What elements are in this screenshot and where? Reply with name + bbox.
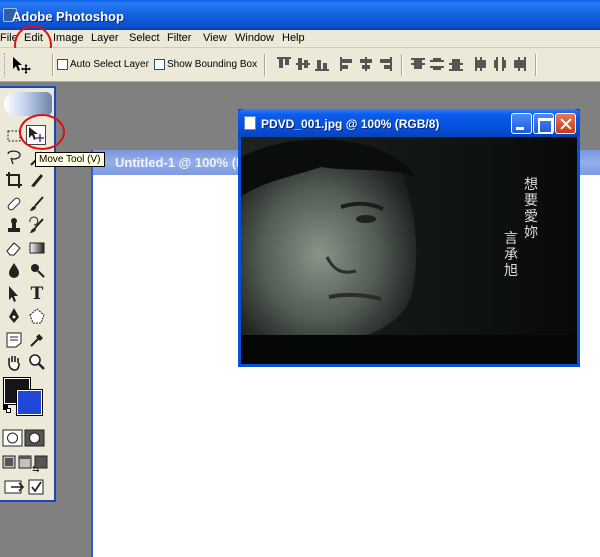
document-window-pdvd[interactable]: PDVD_001.jpg @ 100% (RGB/8) 想要愛妳 言承旭 [238, 109, 580, 367]
eraser-tool-icon[interactable] [4, 238, 24, 258]
clone-stamp-tool-icon[interactable] [4, 216, 24, 236]
custom-shape-tool-icon[interactable] [27, 306, 47, 326]
pen-tool-icon[interactable] [4, 306, 24, 326]
path-selection-tool-icon[interactable] [4, 284, 24, 304]
dodge-tool-icon[interactable] [27, 260, 47, 280]
distribute-top-edges-icon[interactable] [411, 57, 425, 71]
app-title: Adobe Photoshop [12, 9, 124, 24]
standard-screen-mode-icon[interactable] [2, 455, 16, 469]
show-bounding-box-checkbox[interactable] [154, 59, 165, 70]
align-left-edges-icon[interactable] [340, 57, 354, 71]
auto-select-layer-label: Auto Select Layer [70, 59, 149, 70]
menu-image[interactable]: Image [53, 32, 84, 44]
menu-help[interactable]: Help [282, 32, 305, 44]
app-titlebar: Adobe Photoshop [0, 0, 600, 30]
menu-select[interactable]: Select [129, 32, 160, 44]
document-icon [244, 116, 256, 130]
caption-song-title: 想要愛妳 [524, 177, 538, 241]
distribute-bottom-edges-icon[interactable] [449, 57, 463, 71]
align-horizontal-centers-icon[interactable] [359, 57, 373, 71]
minimize-button[interactable] [511, 113, 532, 134]
distribute-horizontal-centers-icon[interactable] [493, 57, 507, 71]
default-colors-icon[interactable] [3, 405, 11, 413]
menu-window[interactable]: Window [235, 32, 274, 44]
options-grip[interactable] [4, 53, 7, 77]
eyedropper-tool-icon[interactable] [27, 330, 47, 350]
caption-artist: 言承旭 [504, 231, 518, 279]
healing-brush-tool-icon[interactable] [4, 194, 24, 214]
distribute-right-edges-icon[interactable] [512, 57, 526, 71]
options-separator [535, 54, 537, 76]
blur-tool-icon[interactable] [4, 260, 24, 280]
show-bounding-box-label: Show Bounding Box [167, 59, 258, 70]
distribute-left-edges-icon[interactable] [474, 57, 488, 71]
zoom-tool-icon[interactable] [27, 352, 47, 372]
background-color-swatch[interactable] [16, 389, 43, 416]
brush-tool-icon[interactable] [27, 194, 47, 214]
menu-view[interactable]: View [203, 32, 227, 44]
auto-select-layer-checkbox[interactable] [57, 59, 68, 70]
align-vertical-centers-icon[interactable] [296, 57, 310, 71]
align-top-edges-icon[interactable] [277, 57, 291, 71]
annotation-circle-move-tool [19, 114, 65, 150]
close-button[interactable] [555, 113, 576, 134]
menu-layer[interactable]: Layer [91, 32, 119, 44]
align-bottom-edges-icon[interactable] [315, 57, 329, 71]
pdvd-titlebar[interactable]: PDVD_001.jpg @ 100% (RGB/8) [238, 109, 580, 137]
type-tool-icon[interactable]: T [27, 284, 47, 304]
full-screen-mode-icon[interactable] [34, 455, 48, 469]
full-screen-menu-mode-icon[interactable] [18, 455, 32, 469]
options-separator [52, 54, 54, 76]
distribute-vertical-centers-icon[interactable] [430, 57, 444, 71]
menu-filter[interactable]: Filter [167, 32, 191, 44]
menu-bar: File Edit Image Layer Select Filter View… [0, 30, 600, 48]
options-separator [264, 54, 266, 76]
slice-tool-icon[interactable] [27, 170, 47, 190]
untitled-title: Untitled-1 @ 100% (R [115, 155, 246, 170]
document-photo[interactable]: 想要愛妳 言承旭 [241, 137, 577, 364]
pdvd-title: PDVD_001.jpg @ 100% (RGB/8) [261, 117, 440, 131]
quick-mask-mode-icon[interactable] [24, 428, 46, 448]
move-tool-tooltip: Move Tool (V) [35, 152, 105, 167]
notes-tool-icon[interactable] [4, 330, 24, 350]
history-brush-tool-icon[interactable] [27, 216, 47, 236]
photoshop-feather-logo[interactable] [4, 92, 52, 116]
jump-to-imageready-icon[interactable] [3, 477, 47, 497]
lasso-tool-icon[interactable] [4, 148, 24, 168]
options-bar: Auto Select Layer Show Bounding Box [0, 48, 600, 82]
move-tool-preset-icon[interactable] [10, 56, 32, 74]
maximize-button[interactable] [533, 113, 554, 134]
crop-tool-icon[interactable] [4, 170, 24, 190]
align-right-edges-icon[interactable] [378, 57, 392, 71]
options-separator [401, 54, 403, 76]
gradient-tool-icon[interactable] [27, 238, 47, 258]
hand-tool-icon[interactable] [4, 352, 24, 372]
photo-face-image [241, 137, 577, 364]
